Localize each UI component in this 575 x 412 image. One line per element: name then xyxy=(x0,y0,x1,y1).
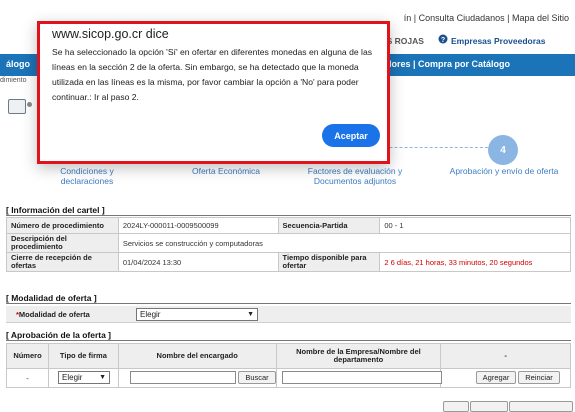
modalidad-section-title: [ Modalidad de oferta ] xyxy=(6,293,97,303)
tiempo-label: Tiempo disponible para ofertar xyxy=(277,252,381,272)
table-row: Descripción del procedimiento Servicios … xyxy=(6,233,572,253)
empresas-proveedoras-link[interactable]: Empresas Proveedoras xyxy=(451,36,546,46)
wizard-step-2-label[interactable]: Oferta Económica xyxy=(176,166,276,176)
col-header-empresa: Nombre de la Empresa/Nombre del departam… xyxy=(275,343,442,369)
breadcrumb: dimiento xyxy=(0,77,27,84)
bottom-action-button-3[interactable] xyxy=(509,401,573,412)
chevron-down-icon: ▼ xyxy=(99,374,106,381)
dialog-title: www.sicop.go.cr dice xyxy=(52,27,169,41)
numero-label: Número de procedimiento xyxy=(6,217,119,234)
tiempo-value: 2 6 días, 21 horas, 33 minutos, 20 segun… xyxy=(379,252,571,272)
nav-item-compra-catalogo[interactable]: dores | Compra por Catálogo xyxy=(386,59,510,69)
document-icon[interactable] xyxy=(8,99,26,114)
svg-text:?: ? xyxy=(441,37,445,44)
row-numero: - xyxy=(6,368,49,388)
wizard-step-4-circle[interactable]: 4 xyxy=(488,135,518,165)
secuencia-value: 00 - 1 xyxy=(379,217,571,234)
section-divider xyxy=(6,340,571,341)
reiniciar-button[interactable]: Reinciar xyxy=(518,371,560,384)
wizard-step-3-label[interactable]: Factores de evaluación y Documentos adju… xyxy=(296,166,414,186)
question-circle-icon: ? xyxy=(438,34,448,46)
secuencia-label: Secuencia-Partida xyxy=(277,217,381,234)
wizard-step-4-label[interactable]: Aprobación y envío de oferta xyxy=(446,166,562,176)
aprobacion-section-title: [ Aprobación de la oferta ] xyxy=(6,330,112,340)
modalidad-row: *Modalidad de oferta xyxy=(6,306,571,323)
numero-value: 2024LY-000011-0009500099 xyxy=(117,217,279,234)
col-header-acciones: - xyxy=(440,343,571,369)
dot-icon xyxy=(27,102,32,107)
table-row: Cierre de recepción de ofertas 01/04/202… xyxy=(6,252,571,272)
dialog-message: Se ha seleccionado la opción 'Sí' en ofe… xyxy=(52,47,373,102)
descripcion-label: Descripción del procedimiento xyxy=(6,233,119,253)
wizard-step-1-label[interactable]: Condiciones y declaraciones xyxy=(44,166,130,186)
cierre-value: 01/04/2024 13:30 xyxy=(117,252,279,272)
alert-dialog: www.sicop.go.cr dice Se ha seleccionado … xyxy=(37,21,390,164)
cierre-label: Cierre de recepción de ofertas xyxy=(6,252,119,272)
tipo-firma-select[interactable]: Elegir ▼ xyxy=(58,371,110,384)
chevron-down-icon: ▼ xyxy=(247,311,254,318)
encargado-input[interactable] xyxy=(130,371,236,384)
col-header-numero: Número xyxy=(6,343,49,369)
table-header-row: Número Tipo de firma Nombre del encargad… xyxy=(6,343,571,369)
informacion-table: Número de procedimiento 2024LY-000011-00… xyxy=(6,217,572,272)
aceptar-button[interactable]: Aceptar xyxy=(322,124,380,147)
descripcion-value: Servicios se construcción y computadoras xyxy=(117,233,572,253)
informacion-section-title: [ Información del cartel ] xyxy=(6,205,105,215)
section-divider xyxy=(6,303,571,304)
col-header-encargado: Nombre del encargado xyxy=(117,343,277,369)
nav-item-catalogo[interactable]: álogo xyxy=(6,59,30,69)
modalidad-select[interactable]: Elegir ▼ xyxy=(136,308,258,321)
section-divider xyxy=(6,215,571,216)
table-row: Número de procedimiento 2024LY-000011-00… xyxy=(6,217,571,234)
top-links[interactable]: ín | Consulta Ciudadanos | Mapa del Siti… xyxy=(404,13,569,23)
bottom-action-button-2[interactable] xyxy=(470,401,508,412)
empresa-input[interactable] xyxy=(282,371,442,384)
bottom-action-button-1[interactable] xyxy=(443,401,469,412)
modalidad-label: *Modalidad de oferta xyxy=(16,310,90,319)
buscar-button[interactable]: Buscar xyxy=(238,371,276,384)
col-header-tipo-firma: Tipo de firma xyxy=(47,343,119,369)
agregar-button[interactable]: Agregar xyxy=(476,371,516,384)
